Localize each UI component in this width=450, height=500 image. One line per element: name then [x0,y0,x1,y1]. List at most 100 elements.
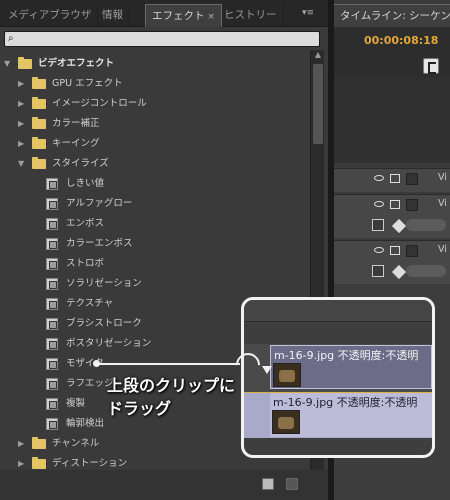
tree-effect-item[interactable]: エンボス [0,214,308,234]
tab-effects[interactable]: エフェクト × [145,4,223,27]
tab-media-browser[interactable]: メディアブラウザ [2,4,99,27]
tree-folder[interactable]: ▶ GPU エフェクト [0,74,308,94]
tree-item-label: チャンネル [52,438,100,449]
folder-icon [32,137,46,149]
tree-item-label: カラー補正 [52,118,100,129]
effect-icon [46,198,58,210]
effect-icon [46,418,58,430]
clip-title: m-16-9.jpg 不透明度:不透明 [273,396,418,409]
track-lock-icon[interactable] [406,245,418,257]
tab-timeline[interactable]: タイムライン: シーケンス [334,4,450,27]
delete-icon[interactable] [286,478,298,490]
track-label: Vi [438,172,447,183]
track-lock-icon[interactable] [406,173,418,185]
effect-icon [46,298,58,310]
tree-item-label: アルファグロー [66,198,133,209]
search-icon: ⌕ [8,33,14,44]
scroll-up-icon[interactable]: ▲ [311,50,325,62]
tab-history[interactable]: ヒストリー [218,4,284,27]
tree-folder[interactable]: ▶ カラー補正 [0,114,308,134]
tree-folder[interactable]: ▶ キーイング [0,134,308,154]
eye-icon[interactable] [374,247,384,253]
tree-item-label: ブラシストローク [66,318,142,329]
effect-icon [46,378,58,390]
display-style-icon[interactable] [372,265,384,277]
folder-icon [32,457,46,469]
video-track-3[interactable]: Vi [334,168,450,192]
folder-icon [32,117,46,129]
tree-item-label: スタイライズ [52,158,109,169]
annotation-line-1: 上段のクリップに [107,376,236,395]
panel-bottom-bar [0,470,328,500]
drag-arrow-line [95,363,240,365]
timecode-display[interactable]: 00:00:08:18 [364,34,438,47]
keyframe-nav[interactable] [406,265,446,277]
expanded-triangle-icon[interactable]: ▼ [4,54,14,74]
effect-icon [46,178,58,190]
time-ruler[interactable] [334,77,450,163]
expanded-triangle-icon[interactable]: ▼ [18,154,28,174]
eye-icon[interactable] [374,175,384,181]
track-lock-icon[interactable] [406,199,418,211]
effect-icon [46,358,58,370]
eye-icon[interactable] [374,201,384,207]
collapsed-triangle-icon[interactable]: ▶ [18,434,28,454]
clip-title: m-16-9.jpg 不透明度:不透明 [274,349,419,362]
effect-icon [46,318,58,330]
scrollbar-thumb[interactable] [313,64,323,144]
display-style-icon[interactable] [372,219,384,231]
track-label: Vi [438,198,447,209]
tree-effect-item[interactable]: ソラリゼーション [0,274,308,294]
tab-info[interactable]: 情報 [96,4,130,27]
snap-icon[interactable] [423,58,439,74]
folder-icon [32,97,46,109]
effect-icon [46,238,58,250]
tree-item-label: 複製 [66,398,86,409]
tree-item-label: ソラリゼーション [66,278,142,289]
film-icon[interactable] [390,174,400,183]
effect-icon [46,338,58,350]
folder-icon [18,57,32,69]
tab-effects-label: エフェクト [152,10,205,22]
folder-icon [32,437,46,449]
video-track-2[interactable]: Vi [334,194,450,238]
tree-item-label: 輪郭検出 [66,418,105,429]
annotation-line-2: ドラッグ [107,399,172,418]
film-icon[interactable] [390,246,400,255]
track-separator [244,392,432,393]
tree-item-label: ポスタリゼーション [66,338,152,349]
panel-menu-icon[interactable]: ▾≡ [302,8,320,20]
effect-icon [46,218,58,230]
tree-effect-item[interactable]: ストロボ [0,254,308,274]
tree-folder[interactable]: ▼ ビデオエフェクト [0,54,308,74]
new-bin-icon[interactable] [262,478,274,490]
timeline-clip-upper[interactable]: m-16-9.jpg 不透明度:不透明 [270,345,432,389]
collapsed-triangle-icon[interactable]: ▶ [18,74,28,94]
collapsed-triangle-icon[interactable]: ▶ [18,114,28,134]
close-icon[interactable]: × [208,12,216,22]
keyframe-icon[interactable] [391,218,407,234]
tree-effect-item[interactable]: アルファグロー [0,194,308,214]
folder-icon [32,77,46,89]
tree-effect-item[interactable]: しきい値 [0,174,308,194]
tree-item-label: ストロボ [66,258,105,269]
keyframe-icon[interactable] [391,264,407,280]
search-input[interactable]: ⌕ [4,31,320,47]
tree-effect-item[interactable]: カラーエンボス [0,234,308,254]
effect-icon [46,398,58,410]
tree-folder[interactable]: ▼ スタイライズ [0,154,308,174]
timeline-clip-lower[interactable]: m-16-9.jpg 不透明度:不透明 [270,393,432,437]
tree-item-label: ビデオエフェクト [38,58,115,69]
tree-folder[interactable]: ▶ イメージコントロール [0,94,308,114]
collapsed-triangle-icon[interactable]: ▶ [18,94,28,114]
film-icon[interactable] [390,200,400,209]
tree-item-label: GPU エフェクト [52,78,123,89]
drag-arrow-head [262,366,272,374]
clip-thumbnail [273,363,301,387]
collapsed-triangle-icon[interactable]: ▶ [18,134,28,154]
tree-item-label: カラーエンボス [66,238,133,249]
tree-item-label: イメージコントロール [52,98,147,109]
keyframe-nav[interactable] [406,219,446,231]
timeline-zoom-callout: m-16-9.jpg 不透明度:不透明 m-16-9.jpg 不透明度:不透明 … [241,297,435,458]
video-track-1[interactable]: Vi [334,240,450,284]
